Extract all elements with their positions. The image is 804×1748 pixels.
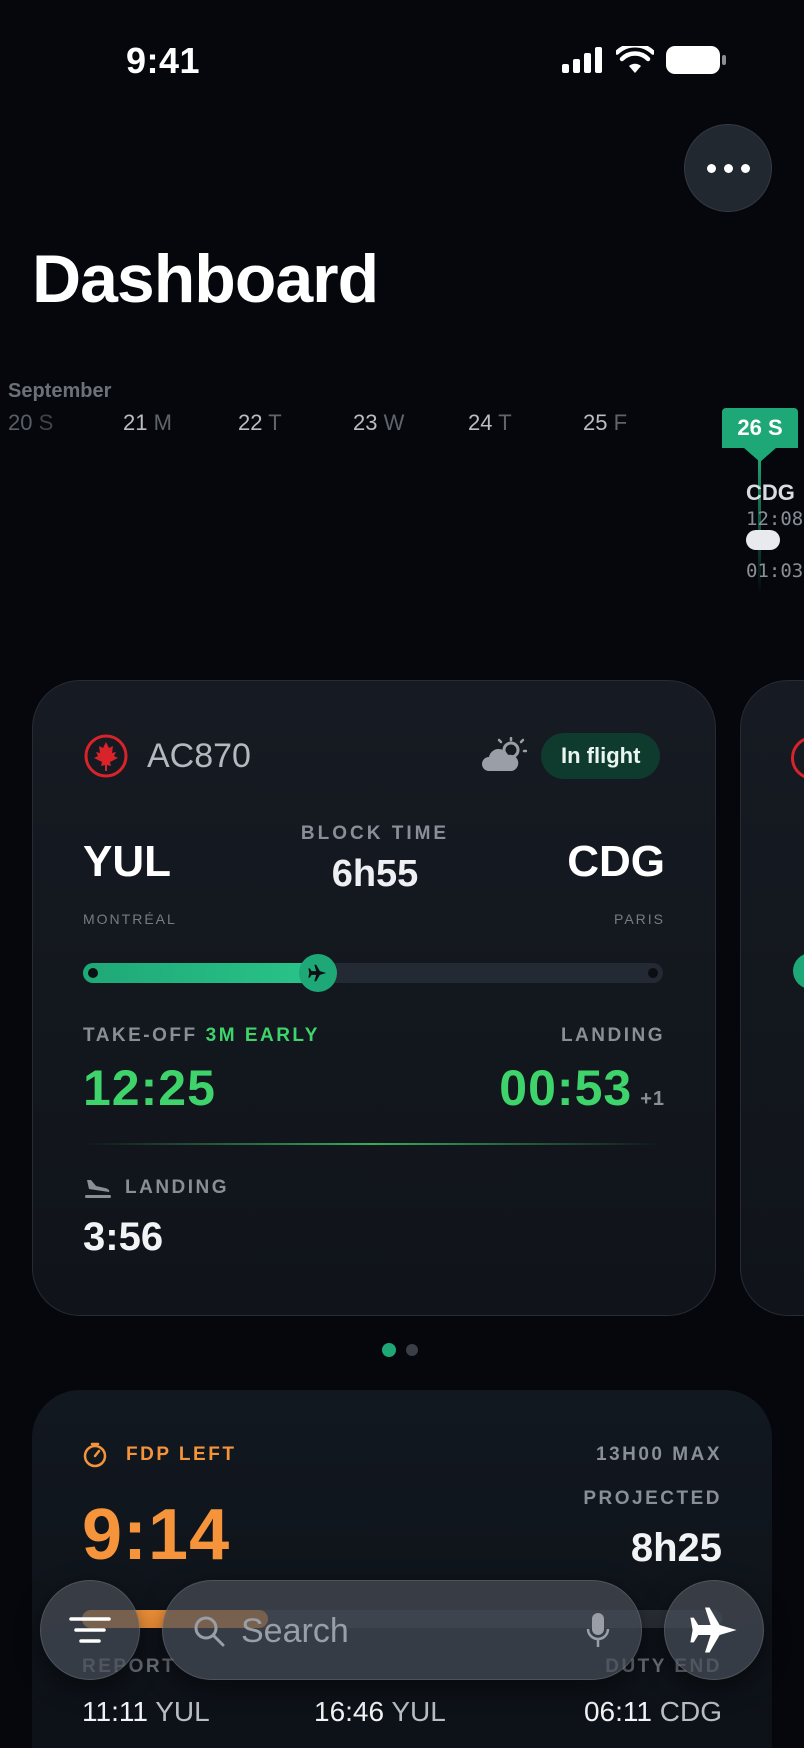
airline-logo-icon <box>84 734 128 778</box>
more-dot <box>740 163 750 173</box>
flight-card[interactable]: AC870 In flight YUL BLOCK TIME 6h55 CDG … <box>32 680 716 1316</box>
date-item-22[interactable]: 22 T <box>238 410 282 436</box>
next-flight-card-peek[interactable] <box>740 680 804 1316</box>
airplane-icon <box>298 954 337 992</box>
timeline-airport-code: CDG <box>746 480 795 505</box>
date-number: 20 <box>8 410 39 435</box>
date-item-23[interactable]: 23 W <box>353 410 404 436</box>
fdp-duty-end-code: CDG <box>659 1696 722 1727</box>
date-item-24[interactable]: 24 T <box>468 410 512 436</box>
search-input[interactable] <box>241 1605 541 1657</box>
landing-countdown-value: 3:56 <box>83 1215 164 1259</box>
flight-progress-fill <box>83 963 318 983</box>
date-weekday: T <box>498 410 512 435</box>
fdp-mid-time-value: 16:46 <box>314 1696 385 1727</box>
microphone-icon[interactable] <box>585 1611 611 1651</box>
date-number: 25 <box>583 410 614 435</box>
card-divider <box>83 1143 663 1145</box>
landing-day-offset: +1 <box>640 1088 665 1110</box>
airline-logo-icon <box>791 736 804 780</box>
takeoff-label-text: TAKE-OFF <box>83 1025 198 1046</box>
progress-knob-peek <box>793 953 804 989</box>
date-item-25[interactable]: 25 F <box>583 410 627 436</box>
date-number: 23 <box>353 410 384 435</box>
card-pager[interactable] <box>382 1343 418 1357</box>
battery-icon <box>666 46 726 74</box>
date-number: 21 <box>123 410 154 435</box>
page-title: Dashboard <box>32 241 379 317</box>
signal-icon <box>562 47 602 73</box>
progress-end-dot <box>648 968 658 978</box>
date-item-20[interactable]: 20 S <box>8 410 53 436</box>
fdp-report-code: YUL <box>155 1696 210 1727</box>
takeoff-label: TAKE-OFF 3M EARLY <box>83 1025 320 1047</box>
date-weekday: M <box>153 410 172 435</box>
more-dot <box>723 163 733 173</box>
pager-dot[interactable] <box>382 1343 396 1357</box>
fdp-duty-end-time-value: 06:11 <box>583 1696 652 1727</box>
fdp-mid-time: 16:46 YUL <box>314 1696 446 1728</box>
fdp-label: FDP LEFT <box>126 1444 237 1465</box>
month-label: September <box>8 380 112 402</box>
wifi-icon <box>616 46 654 73</box>
flight-progress-bar <box>83 954 663 992</box>
date-weekday: F <box>613 410 628 435</box>
date-item-21[interactable]: 21 M <box>123 410 172 436</box>
fdp-projected-label: PROJECTED <box>583 1488 722 1509</box>
list-menu-icon <box>69 1617 111 1643</box>
fdp-report-time: 11:11 YUL <box>82 1696 210 1728</box>
flights-button[interactable] <box>664 1580 764 1680</box>
origin-city: MONTRÉAL <box>83 911 177 927</box>
more-options-button[interactable] <box>684 124 772 212</box>
timer-icon <box>83 1442 107 1468</box>
fdp-value: 9:14 <box>82 1495 231 1575</box>
date-strip[interactable]: 20 S 21 M 22 T 23 W 24 T 25 F <box>8 410 648 440</box>
landing-time-value: 00:53 <box>499 1060 633 1116</box>
timeline-time-bottom: 01:03 <box>746 560 804 582</box>
takeoff-time: 12:25 <box>83 1060 216 1116</box>
search-bar[interactable] <box>162 1580 642 1680</box>
fdp-max: 13H00 MAX <box>596 1444 722 1465</box>
search-icon <box>194 1616 225 1647</box>
partly-cloudy-icon <box>482 737 527 771</box>
fdp-card[interactable]: FDP LEFT 13H00 MAX 9:14 PROJECTED 8h25 R… <box>32 1390 772 1748</box>
timeline-flight-pill[interactable] <box>746 530 780 550</box>
date-weekday: T <box>268 410 282 435</box>
destination-city: PARIS <box>614 911 665 927</box>
takeoff-early-note: 3M EARLY <box>205 1025 320 1046</box>
dashboard-screen: 9:41 Dashboard September 20 S 21 M 22 T 23 … <box>0 0 804 1748</box>
timeline-time-top: 12:08 <box>746 508 804 530</box>
date-weekday: W <box>383 410 405 435</box>
fdp-projected-value: 8h25 <box>630 1526 722 1570</box>
airplane-icon <box>690 1607 737 1653</box>
date-number: 24 <box>468 410 499 435</box>
pager-dot[interactable] <box>406 1344 418 1356</box>
more-dots-icon <box>706 163 716 173</box>
today-date-marker[interactable]: 26 S <box>722 408 798 462</box>
menu-button[interactable] <box>40 1580 140 1680</box>
flight-status-badge: In flight <box>541 733 661 779</box>
fdp-duty-end-time: 06:11 CDG <box>584 1696 722 1728</box>
date-weekday: S <box>38 410 54 435</box>
landing-countdown-label: LANDING <box>125 1177 230 1198</box>
destination-code: CDG <box>567 837 665 886</box>
date-number: 22 <box>238 410 269 435</box>
flight-number: AC870 <box>147 737 251 775</box>
landing-time: 00:53 +1 <box>499 1059 665 1117</box>
progress-start-dot <box>88 968 98 978</box>
status-icons <box>562 46 726 74</box>
fdp-report-time-value: 11:11 <box>82 1696 148 1727</box>
landing-label: LANDING <box>560 1025 665 1046</box>
status-time: 9:41 <box>126 40 201 81</box>
landing-plane-icon <box>85 1180 111 1198</box>
fdp-mid-code: YUL <box>391 1696 446 1727</box>
